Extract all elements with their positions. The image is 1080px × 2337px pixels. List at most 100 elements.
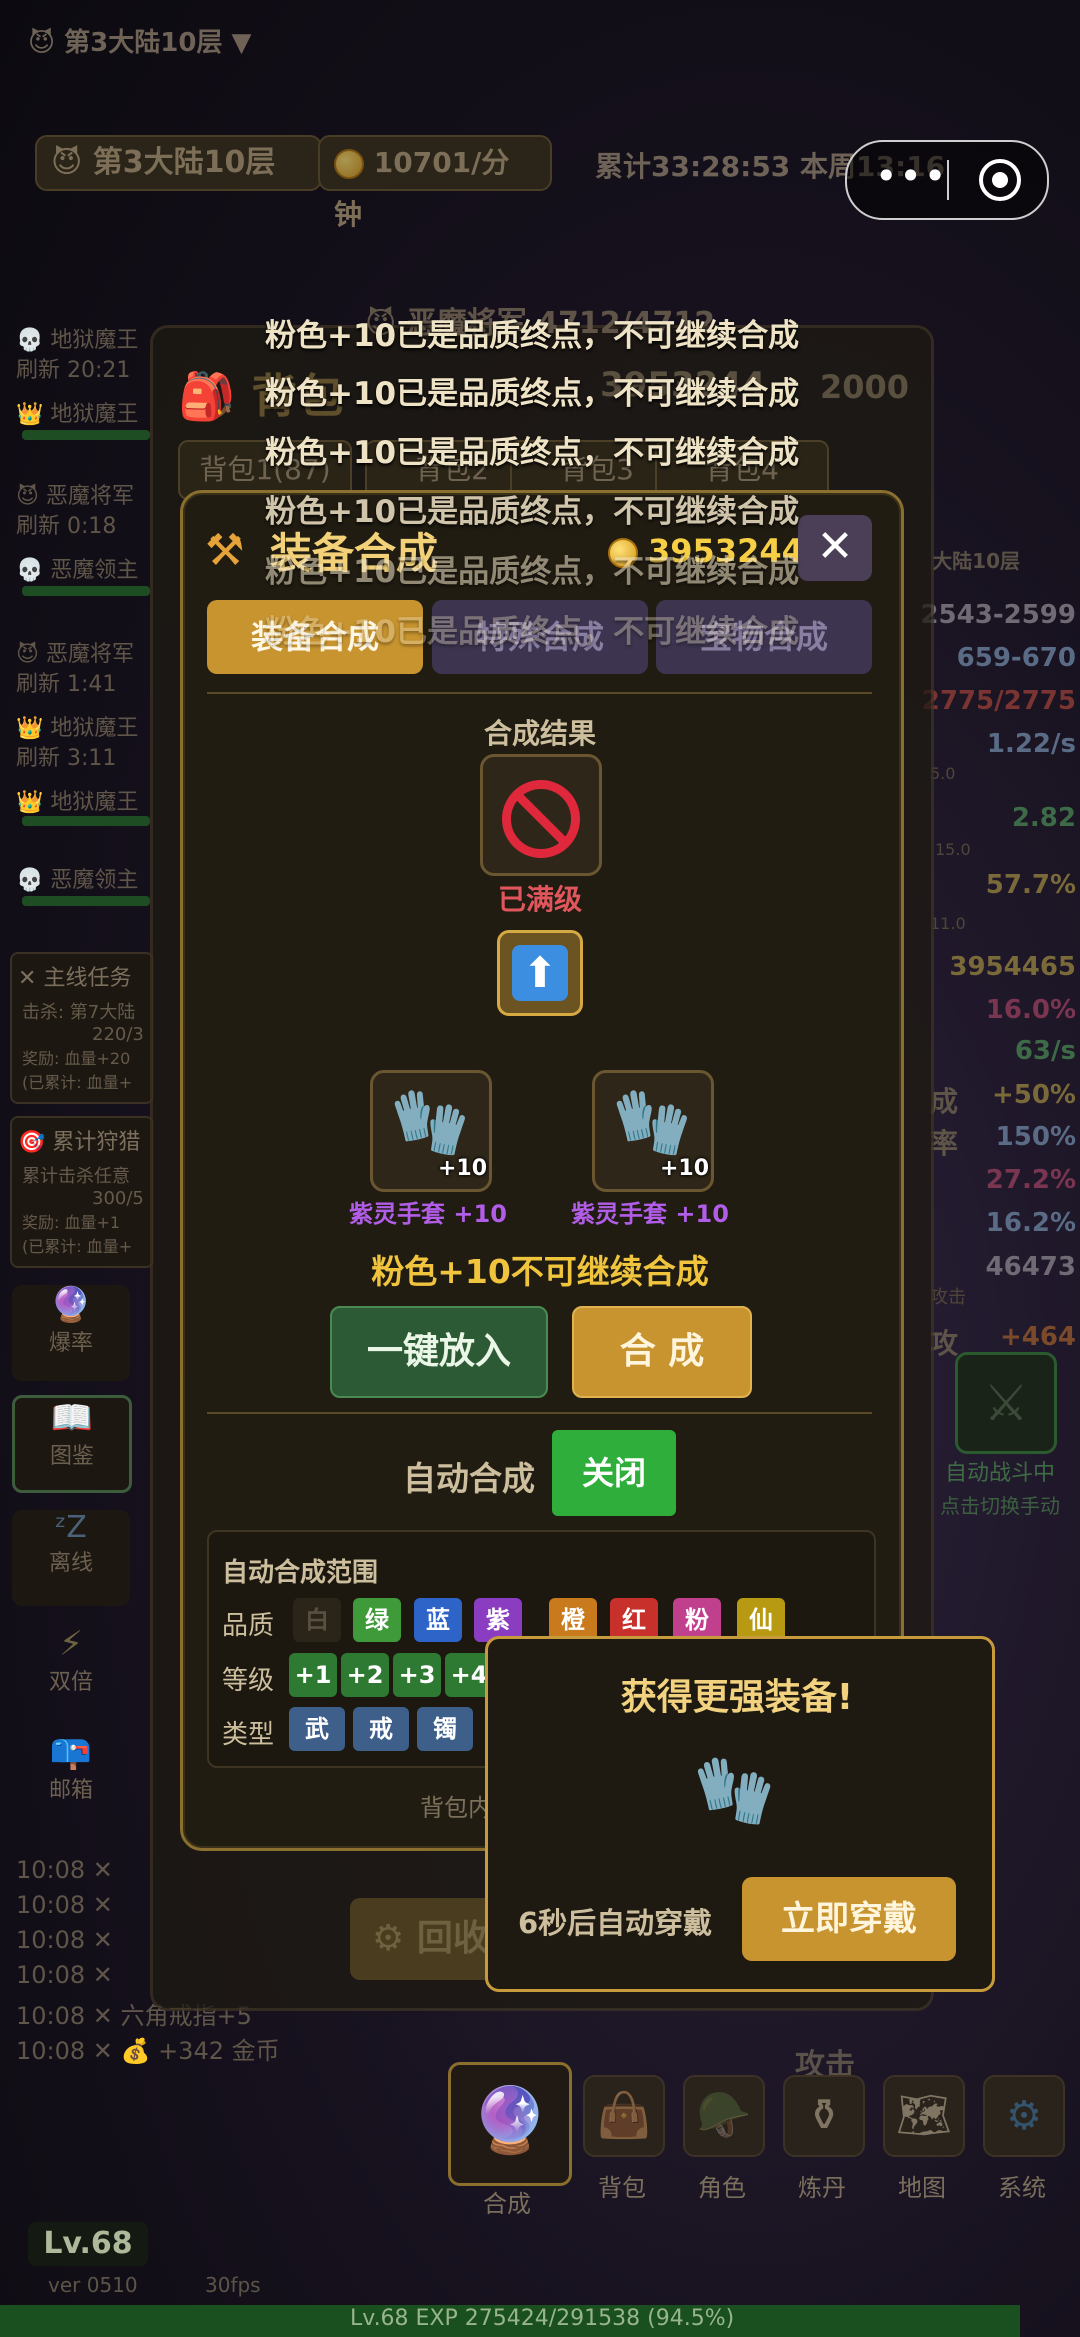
mailbox-icon: 📪 bbox=[49, 1732, 93, 1772]
stat-value: 2543-2599 bbox=[920, 600, 1076, 630]
side-button-double[interactable]: ⚡ 双倍 bbox=[12, 1624, 130, 1720]
log-line: 10:08 ✕ bbox=[16, 1891, 113, 1919]
stat-value: 16.2% bbox=[985, 1208, 1076, 1238]
log-line: 10:08 ✕ bbox=[16, 1926, 113, 1954]
glove-icon: 🧤 bbox=[612, 1086, 692, 1160]
nav-label: 地图 bbox=[898, 2174, 946, 2202]
quest-title: ✕ 主线任务 bbox=[18, 966, 132, 991]
main-quest-card[interactable]: ✕ 主线任务 击杀: 第7大陆 220/3 奖励: 血量+20 (已累计: 血量… bbox=[10, 952, 154, 1104]
demon-icon: 😈 bbox=[51, 145, 83, 180]
nav-label: 角色 bbox=[698, 2174, 746, 2202]
cauldron-icon: ⚱ bbox=[805, 2090, 843, 2141]
quest-progress: 300/5 bbox=[92, 1188, 144, 1209]
stat-value: 27.2% bbox=[985, 1165, 1076, 1195]
item-level: +10 bbox=[660, 1156, 710, 1181]
quality-chip-blue[interactable]: 蓝 bbox=[414, 1598, 462, 1642]
type-chip-weapon[interactable]: 武 bbox=[289, 1707, 345, 1751]
quest-reward: 奖励: 血量+1 bbox=[22, 1213, 121, 1232]
auto-battle-label: 自动战斗中 bbox=[945, 1461, 1056, 1486]
lightning-icon: ⚡ bbox=[59, 1624, 83, 1664]
side-button-mail[interactable]: 📪 邮箱 bbox=[12, 1732, 130, 1828]
popup-title: 获得更强装备! bbox=[620, 1677, 854, 1718]
level-chip[interactable]: +1 bbox=[289, 1653, 337, 1697]
auto-merge-label: 自动合成 bbox=[403, 1459, 535, 1498]
fps-label: 30fps bbox=[205, 2273, 261, 2297]
hammer-icon: ⚒ bbox=[205, 525, 245, 576]
material-name-right: 紫灵手套 +10 bbox=[571, 1200, 729, 1228]
quest-progress: 220/3 bbox=[92, 1024, 144, 1045]
boss-row: 👑 地狱魔王 bbox=[16, 402, 139, 427]
stat-value: 2.82 bbox=[1011, 803, 1076, 833]
quest-desc: 击杀: 第7大陆 bbox=[22, 1002, 136, 1023]
auto-battle-hint: 点击切换手动 bbox=[940, 1494, 1060, 1518]
quest-title: 🎯 累计狩猎 bbox=[18, 1130, 141, 1155]
nav-label: 背包 bbox=[598, 2174, 646, 2202]
glove-icon: 🧤 bbox=[390, 1086, 470, 1160]
coin-icon bbox=[334, 149, 364, 179]
auto-wear-countdown: 6秒后自动穿戴 bbox=[518, 1906, 713, 1940]
demon-icon: 😈 bbox=[28, 28, 56, 58]
type-label: 类型 bbox=[222, 1720, 275, 1750]
log-line: 10:08 ✕ bbox=[16, 1961, 113, 1989]
more-icon[interactable]: ••• bbox=[875, 154, 948, 198]
quest-reward: 奖励: 血量+20 bbox=[22, 1049, 131, 1068]
stage-small-label: 😈 第3大陆10层 ▼ bbox=[28, 28, 252, 58]
player-level: Lv.68 bbox=[28, 2222, 148, 2266]
gold-rate-pill: 10701/分钟 bbox=[318, 135, 552, 231]
quest-desc: 累计击杀任意 bbox=[22, 1166, 130, 1187]
stat-label: 成 bbox=[930, 1085, 959, 1118]
auto-merge-toggle[interactable]: 关闭 bbox=[552, 1430, 676, 1516]
result-label: 合成结果 bbox=[483, 717, 596, 750]
auto-fill-button[interactable]: 一键放入 bbox=[330, 1306, 548, 1398]
level-chip[interactable]: +3 bbox=[393, 1653, 441, 1697]
boss-timer: 刷新 1:41 bbox=[16, 672, 117, 697]
boss-row: 😈 恶魔将军 bbox=[16, 484, 134, 509]
merge-button[interactable]: 合 成 bbox=[572, 1306, 752, 1398]
stat-label: 率 bbox=[930, 1127, 959, 1160]
bag-icon: 👜 bbox=[596, 2090, 652, 2141]
nav-bag[interactable]: 👜 bbox=[583, 2075, 665, 2157]
type-chip-ring[interactable]: 戒 bbox=[353, 1707, 409, 1751]
prohibited-icon bbox=[502, 780, 580, 858]
nav-alchemy[interactable]: ⚱ bbox=[783, 2075, 865, 2157]
nav-character[interactable]: 🪖 bbox=[683, 2075, 765, 2157]
nav-merge[interactable]: 🔮 bbox=[448, 2062, 572, 2186]
stage-pill[interactable]: 😈 第3大陆10层 bbox=[35, 135, 322, 191]
nav-map[interactable]: 🗺 bbox=[883, 2075, 965, 2157]
toast-message: 粉色+10已是品质终点，不可继续合成 bbox=[265, 494, 800, 530]
close-button[interactable]: ✕ bbox=[798, 515, 872, 581]
material-name-left: 紫灵手套 +10 bbox=[349, 1200, 507, 1228]
log-line: 10:08 ✕ 💰 +342 金币 bbox=[16, 2037, 280, 2065]
boss-hp-bar bbox=[22, 430, 150, 440]
arrow-up-icon: ⬆ bbox=[512, 945, 568, 1001]
quality-chip-green[interactable]: 绿 bbox=[353, 1598, 401, 1642]
nav-system[interactable]: ⚙ bbox=[983, 2075, 1065, 2157]
stat-tick: 15.0 bbox=[935, 840, 971, 859]
capsule-divider bbox=[947, 160, 949, 200]
auto-battle-button[interactable]: ⚔ bbox=[955, 1352, 1057, 1454]
level-chip[interactable]: +2 bbox=[341, 1653, 389, 1697]
nav-label: 系统 bbox=[998, 2174, 1046, 2202]
miniprogram-capsule[interactable]: ••• bbox=[845, 140, 1049, 220]
boss-row: 💀 地狱魔王 bbox=[16, 328, 139, 353]
toast-message: 粉色+10已是品质终点，不可继续合成 bbox=[265, 435, 800, 471]
side-button-offline[interactable]: ᶻZ 离线 bbox=[12, 1510, 130, 1606]
orb-icon: 🔮 bbox=[470, 2084, 550, 2158]
stat-value: 150% bbox=[995, 1122, 1076, 1152]
type-chip-bracelet[interactable]: 镯 bbox=[417, 1707, 473, 1751]
side-button-droprate[interactable]: 🔮 爆率 bbox=[12, 1285, 130, 1381]
maxed-label: 已满级 bbox=[497, 883, 582, 916]
merge-warning: 粉色+10不可继续合成 bbox=[371, 1252, 709, 1291]
toast-message: 粉色+10已是品质终点，不可继续合成 bbox=[265, 376, 800, 412]
boss-row: 👑 地狱魔王 bbox=[16, 790, 139, 815]
toast-message: 粉色+10已是品质终点，不可继续合成 bbox=[265, 554, 800, 590]
stat-value: 63/s bbox=[1014, 1036, 1076, 1066]
close-icon: ✕ bbox=[816, 521, 854, 572]
wear-now-button[interactable]: 立即穿戴 bbox=[742, 1877, 956, 1961]
nav-label: 炼丹 bbox=[798, 2174, 846, 2202]
map-icon: 🗺 bbox=[896, 2090, 952, 2141]
close-miniprogram-icon[interactable] bbox=[979, 159, 1021, 201]
quality-chip-white[interactable]: 白 bbox=[293, 1598, 341, 1642]
side-button-codex[interactable]: 📖 图鉴 bbox=[12, 1395, 132, 1493]
nav-label: 合成 bbox=[483, 2190, 531, 2218]
